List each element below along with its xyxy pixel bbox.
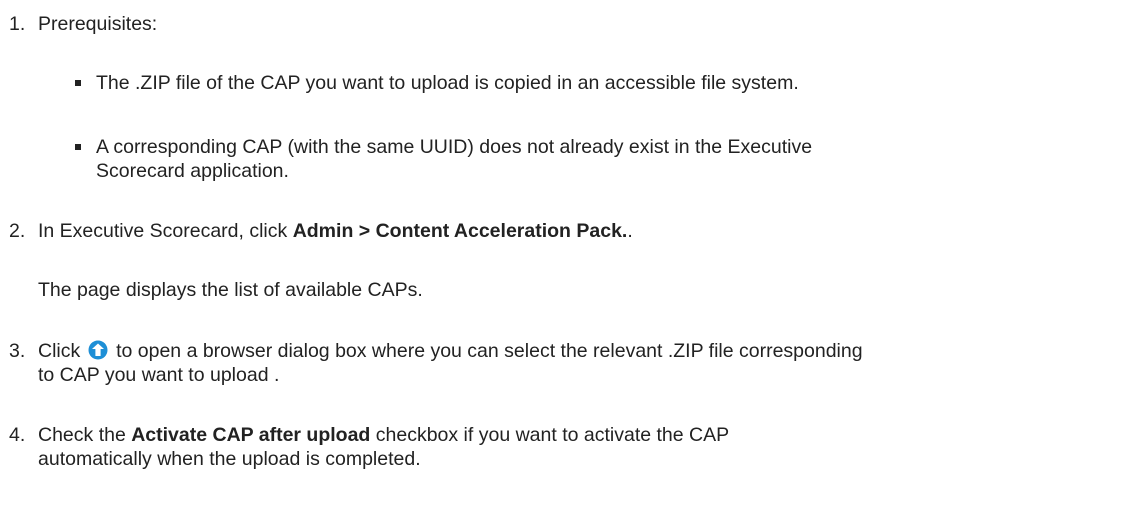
bullet-marker [75,80,81,86]
step-3-number: 3. [9,340,26,362]
step-4-prefix: Check the [38,424,132,446]
step-2-number: 2. [9,220,26,242]
step-1-bullet-2-line-2: Scorecard application. [96,160,289,182]
step-2-text: In Executive Scorecard, click Admin > Co… [38,217,633,245]
bullet-marker [75,144,81,150]
step-2-note: The page displays the list of available … [38,279,423,301]
step-2-menu-path: Admin > Content Acceleration Pack. [292,220,628,242]
step-3-prefix: Click [38,340,86,362]
step-3-suffix: to open a browser dialog box where you c… [110,340,863,362]
step-1-text: Prerequisites: [38,13,158,35]
step-2-suffix: . [627,220,633,242]
upload-icon [88,340,108,360]
step-4-number: 4. [9,424,26,446]
step-4-checkbox-name: Activate CAP after upload [131,424,371,446]
step-1-bullet-1: The .ZIP file of the CAP you want to upl… [96,72,799,94]
step-4-line-2: automatically when the upload is complet… [38,448,421,470]
step-1-number: 1. [9,13,26,35]
step-4-suffix: checkbox if you want to activate the CAP [370,424,730,446]
step-3-line-2: to CAP you want to upload . [38,364,280,386]
step-2-prefix: In Executive Scorecard, click [38,220,293,242]
